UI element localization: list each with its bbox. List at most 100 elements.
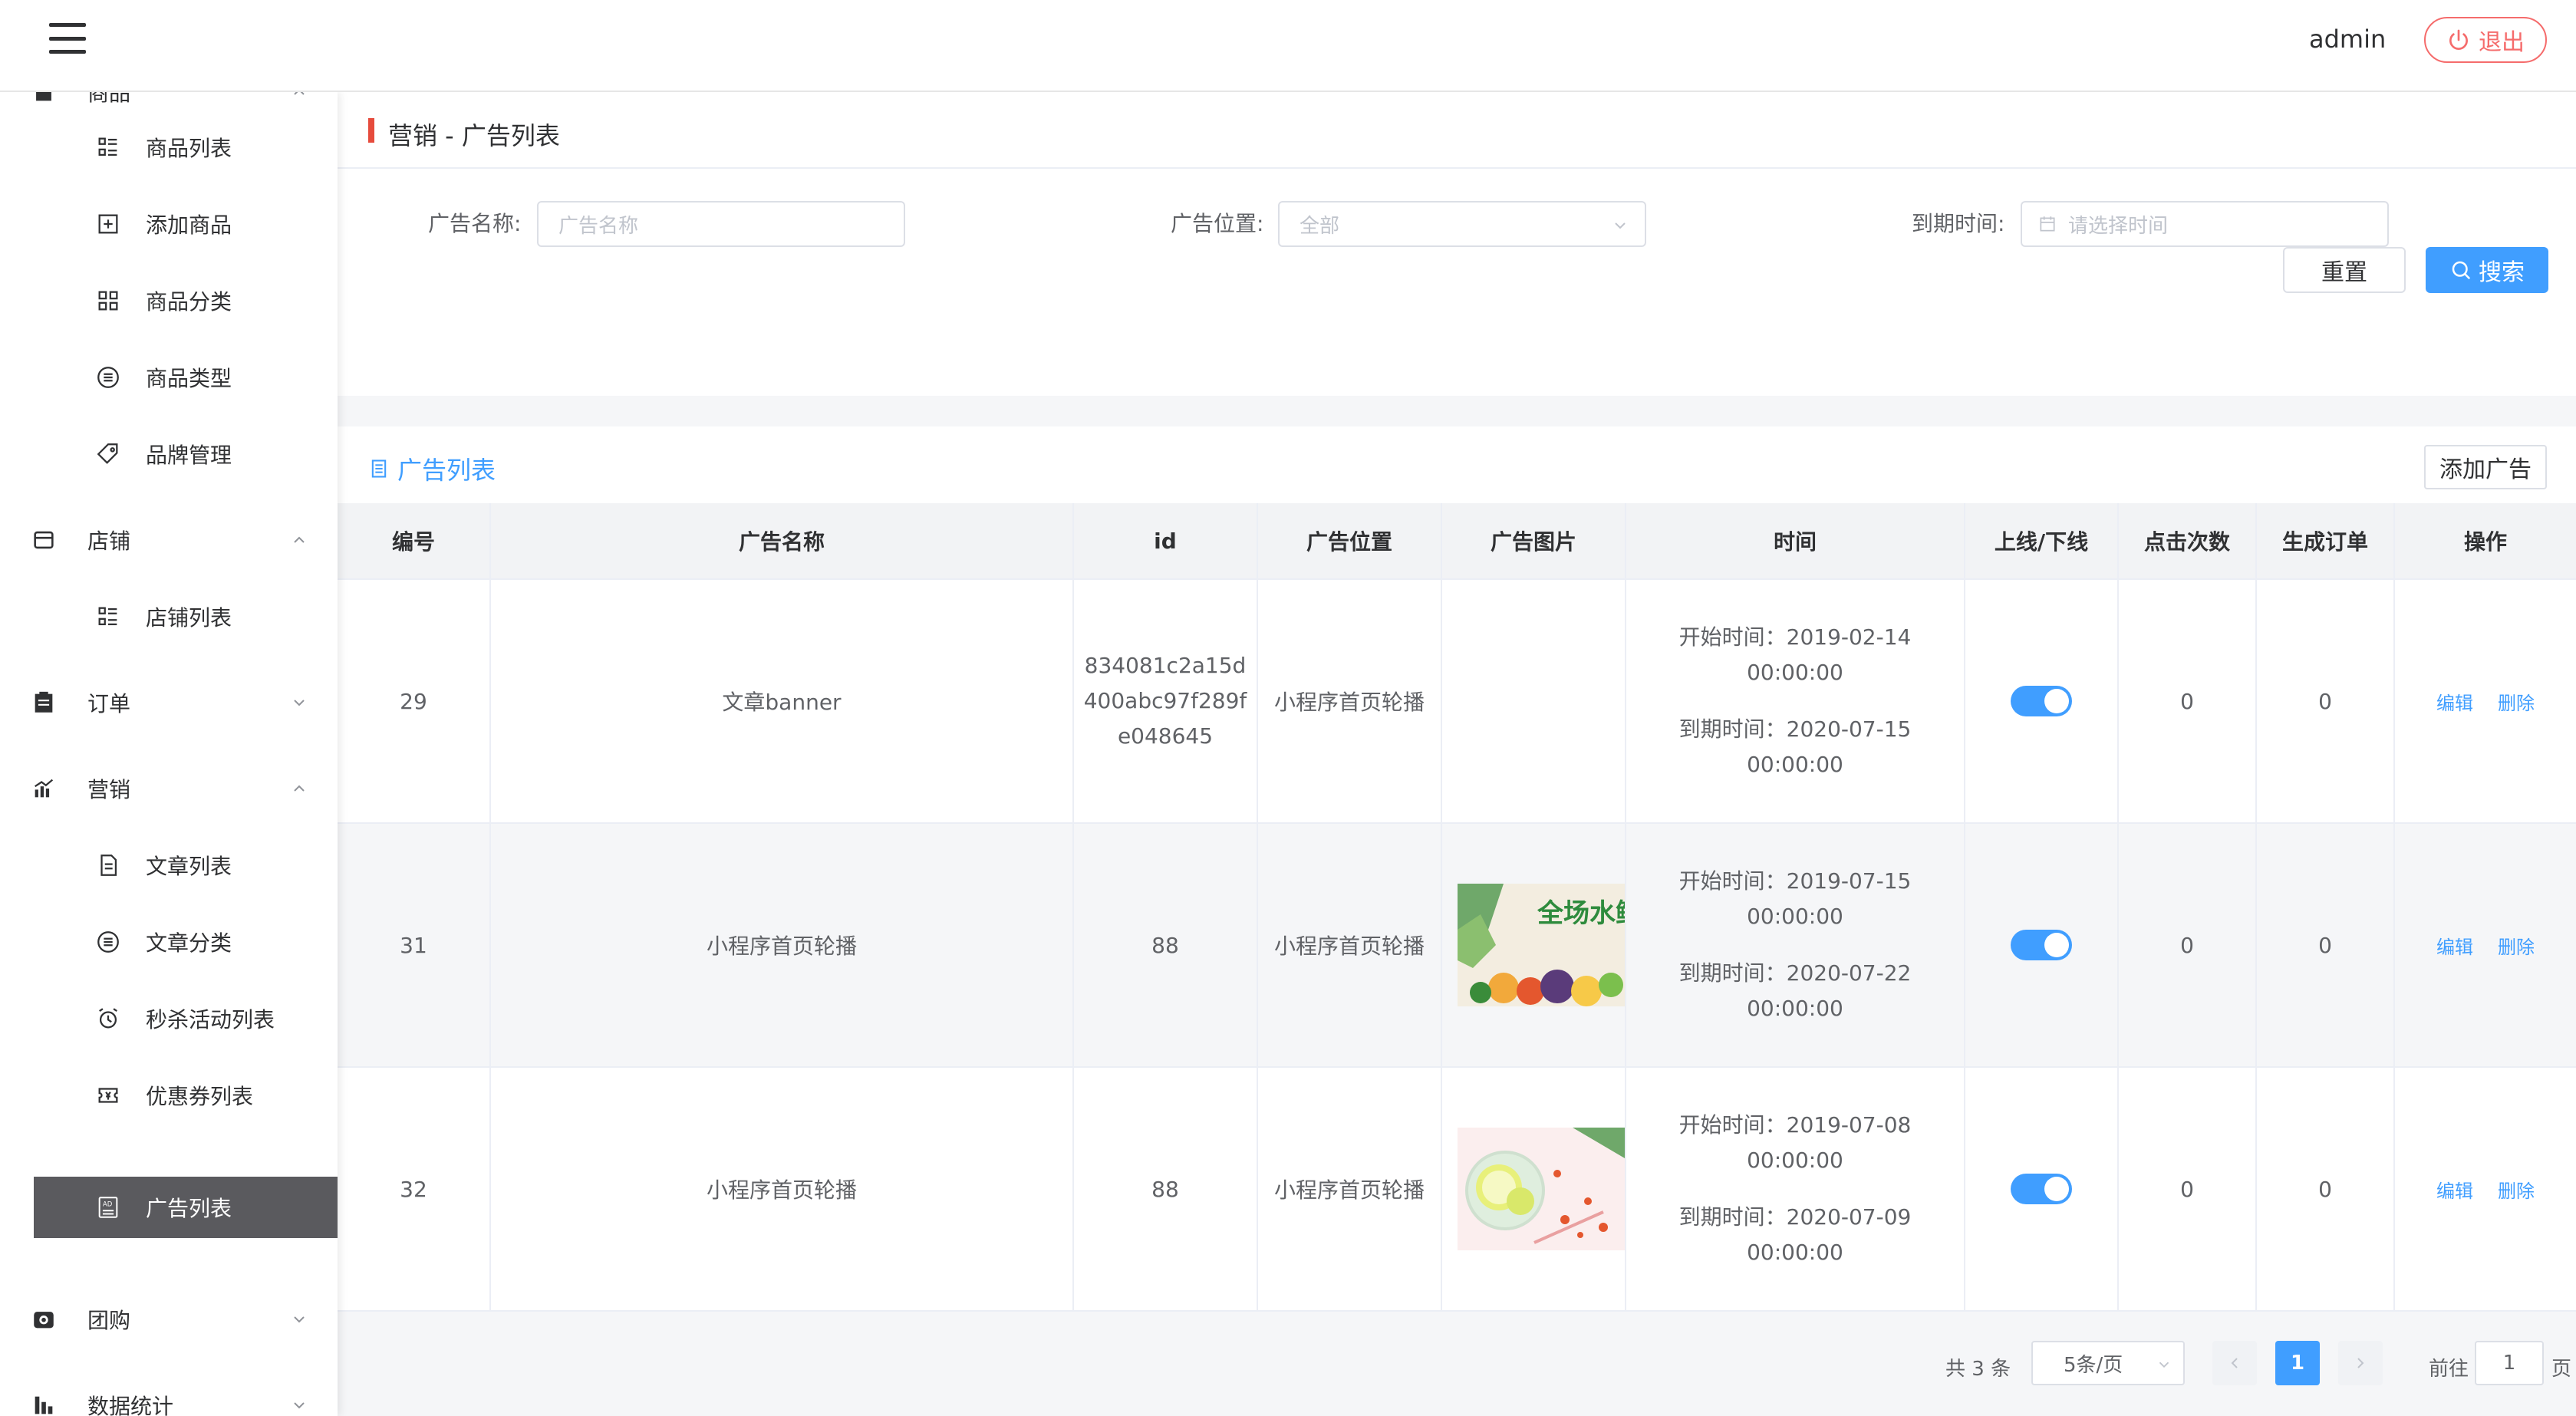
list-header: 广告列表 添加广告 (338, 426, 2576, 503)
page-size-select[interactable]: 5条/页 (2031, 1341, 2185, 1385)
start-time: 开始时间：2019-07-08 00:00:00 (1678, 1112, 1912, 1173)
sidebar-group-label: 团购 (87, 1308, 131, 1333)
ad-name-input[interactable]: 广告名称 (537, 201, 905, 247)
expire-time-picker[interactable]: 请选择时间 (2021, 201, 2389, 247)
power-icon (2449, 29, 2468, 50)
total-count: 共 3 条 (1945, 1358, 2011, 1381)
add-square-icon (95, 211, 121, 237)
col-header: 广告图片 (1442, 503, 1626, 578)
col-header: 广告名称 (491, 503, 1074, 578)
document-icon (95, 852, 121, 878)
sidebar-item-article-category[interactable]: 文章分类 (0, 911, 338, 973)
col-header: 操作 (2463, 529, 2507, 555)
col-header: 上线/下线 (1965, 503, 2119, 578)
sidebar-item-flash-sale[interactable]: 秒杀活动列表 (0, 988, 338, 1049)
cell-actions: 编辑 删除 (2395, 824, 2576, 1066)
menu-toggle-icon[interactable] (49, 23, 86, 54)
sidebar-item-ad-list[interactable]: AD 广告列表 (34, 1177, 338, 1238)
clipboard-icon (31, 690, 57, 716)
id-text: 834081c2a15d400abc97f289fe048645 (1083, 653, 1247, 749)
cell-online (1965, 1068, 2119, 1310)
coupon-icon (95, 1082, 121, 1108)
online-toggle[interactable] (2011, 1174, 2072, 1204)
shopping-bag-icon (31, 92, 57, 105)
goto-label: 前往 (2429, 1358, 2469, 1381)
tag-icon (95, 441, 121, 467)
sidebar-item-label: 文章列表 (146, 854, 232, 879)
delete-link[interactable]: 删除 (2498, 688, 2535, 715)
grid-icon (95, 288, 121, 314)
col-header: 时间 (1626, 503, 1965, 578)
page-number-current[interactable]: 1 (2275, 1341, 2320, 1385)
sidebar-item-goods-type[interactable]: 商品类型 (0, 347, 338, 408)
col-header: 生成订单 (2257, 503, 2395, 578)
cell-orders: 0 (2257, 824, 2395, 1066)
delete-link[interactable]: 删除 (2498, 932, 2535, 959)
username[interactable]: admin (2309, 25, 2386, 54)
search-button[interactable]: 搜索 (2426, 247, 2548, 293)
next-page-button[interactable] (2338, 1341, 2383, 1385)
cell-orders: 0 (2257, 580, 2395, 822)
chevron-up-icon (294, 92, 305, 95)
main-content: 营销 - 广告列表 广告名称: 广告名称 广告位置: 全部 到期时间: 请选择时… (338, 92, 2576, 1416)
online-toggle[interactable] (2011, 686, 2072, 716)
sidebar-group-label: 商品 (87, 92, 131, 106)
page-suffix: 页 (2551, 1358, 2572, 1381)
add-ad-button[interactable]: 添加广告 (2424, 445, 2547, 489)
sidebar-group-order[interactable]: 订单 (0, 672, 338, 733)
cell-id: 834081c2a15d400abc97f289fe048645 (1074, 580, 1258, 822)
sidebar-item-article-list[interactable]: 文章列表 (0, 835, 338, 896)
section-divider (338, 396, 2576, 426)
col-header: 点击次数 (2119, 503, 2257, 578)
edit-link[interactable]: 编辑 (2436, 1176, 2473, 1203)
sidebar-item-label: 店铺列表 (146, 605, 232, 631)
sidebar-group-label: 店铺 (87, 529, 131, 554)
list-title-text: 广告列表 (397, 456, 496, 485)
sidebar-item-label: 品牌管理 (146, 443, 232, 468)
circle-list-icon (95, 364, 121, 390)
sidebar-item-coupon[interactable]: 优惠券列表 (0, 1065, 338, 1126)
sidebar-item-add-goods[interactable]: 添加商品 (0, 193, 338, 255)
table-row: 32 小程序首页轮播 88 小程序首页轮播 开始时间：2019-07-08 00… (338, 1068, 2576, 1312)
sidebar-item-brand[interactable]: 品牌管理 (0, 423, 338, 485)
edit-link[interactable]: 编辑 (2436, 688, 2473, 715)
chevron-up-icon (294, 785, 305, 792)
edit-link[interactable]: 编辑 (2436, 932, 2473, 959)
sidebar-group-statistics[interactable]: 数据统计 (0, 1375, 338, 1416)
ad-position-select[interactable]: 全部 (1278, 201, 1646, 247)
table-row: 29 文章banner 834081c2a15d400abc97f289fe04… (338, 580, 2576, 824)
online-toggle[interactable] (2011, 930, 2072, 960)
logout-button[interactable]: 退出 (2424, 17, 2547, 63)
sidebar-group-shop[interactable]: 店铺 (0, 509, 338, 571)
end-time: 到期时间：2020-07-22 00:00:00 (1678, 960, 1912, 1021)
page-title: 营销 - 广告列表 (388, 121, 560, 150)
sidebar-group-marketing[interactable]: 营销 (0, 758, 338, 819)
circle-list-icon (95, 929, 121, 955)
cell-actions: 编辑 删除 (2395, 580, 2576, 822)
cell-actions: 编辑 删除 (2395, 1068, 2576, 1310)
sidebar-item-goods-category[interactable]: 商品分类 (0, 270, 338, 331)
cell-image: 全场水鲜到先 (1442, 824, 1626, 1066)
start-time: 开始时间：2019-02-14 00:00:00 (1678, 624, 1912, 685)
delete-link[interactable]: 删除 (2498, 1176, 2535, 1203)
sidebar-item-goods-list[interactable]: 商品列表 (0, 117, 338, 178)
col-header: id (1074, 503, 1258, 578)
goto-page-input[interactable]: 1 (2475, 1341, 2544, 1385)
cell-position: 小程序首页轮播 (1258, 580, 1442, 822)
expire-time-placeholder: 请选择时间 (2068, 214, 2169, 238)
sidebar-group-label: 数据统计 (87, 1394, 174, 1416)
logout-label: 退出 (2479, 29, 2525, 56)
sidebar-group-group-buy[interactable]: 团购 (0, 1289, 338, 1350)
sidebar-item-shop-list[interactable]: 店铺列表 (0, 586, 338, 647)
cell-image (1442, 1068, 1626, 1310)
shop-icon (31, 527, 57, 553)
list-icon (95, 604, 121, 630)
reset-button[interactable]: 重置 (2283, 247, 2406, 293)
cell-clicks: 0 (2119, 580, 2257, 822)
cell-image (1442, 580, 1626, 822)
sidebar-group-label: 营销 (87, 777, 131, 802)
ad-image-fruits: 全场水鲜到先 (1458, 884, 1625, 1006)
sidebar-item-label: 广告列表 (146, 1196, 232, 1221)
cell-no: 29 (338, 580, 491, 822)
prev-page-button[interactable] (2212, 1341, 2257, 1385)
